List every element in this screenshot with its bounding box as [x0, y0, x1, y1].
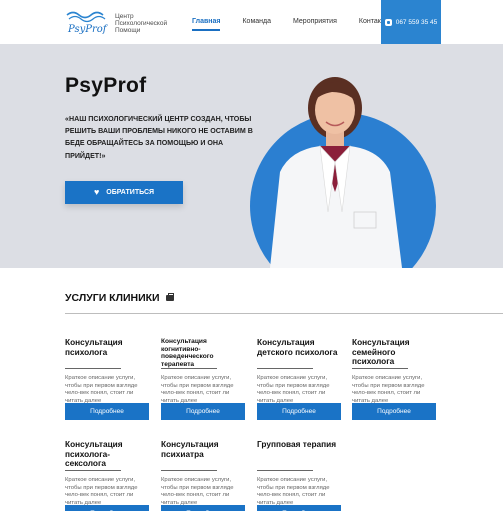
service-title: Консультация психолога-сексолога: [65, 439, 123, 468]
details-button[interactable]: Подробнее: [352, 403, 436, 420]
service-card: Консультация детского психолога Краткое …: [257, 337, 341, 420]
section-divider: [65, 313, 503, 314]
card-divider: [257, 368, 313, 369]
service-card: Групповая терапия Краткое описание услуг…: [257, 439, 341, 511]
service-title: Консультация психиатра: [161, 439, 219, 459]
details-button[interactable]: Подробнее: [65, 403, 149, 420]
service-title: Консультация детского психолога: [257, 337, 338, 357]
phone-button[interactable]: 067 559 35 45: [381, 0, 441, 44]
logo-subtitle: Центр Психологической Помощи: [115, 13, 168, 34]
card-divider: [65, 368, 121, 369]
phone-icon: [384, 18, 392, 26]
service-description: Краткое описание услуги, чтобы при перво…: [257, 477, 330, 506]
services-title-text: УСЛУГИ КЛИНИКИ: [65, 292, 160, 304]
phone-number: 067 559 35 45: [395, 18, 438, 26]
main-nav: Главная Команда Мероприятия Контакты: [192, 18, 411, 31]
service-title: Консультация психолога: [65, 337, 123, 357]
service-description: Краткое описание услуги, чтобы при перво…: [352, 375, 425, 404]
hero-section: PsyProf «НАШ ПСИХОЛОГИЧЕСКИЙ ЦЕНТР СОЗДА…: [0, 44, 503, 268]
card-divider: [257, 470, 313, 471]
card-divider: [352, 368, 408, 369]
contact-cta-button[interactable]: ♥ ОБРАТИТЬСЯ: [65, 181, 183, 204]
service-card: Консультация когнитивно-поведенческого т…: [161, 338, 245, 420]
service-description: Краткое описание услуги, чтобы при перво…: [65, 477, 138, 506]
service-card: Консультация психолога-сексолога Краткое…: [65, 439, 149, 511]
details-button[interactable]: Подробнее: [257, 403, 341, 420]
services-title: УСЛУГИ КЛИНИКИ: [65, 292, 174, 304]
nav-item-home[interactable]: Главная: [192, 18, 221, 31]
nav-item-team[interactable]: Команда: [242, 18, 271, 31]
service-card: Консультация психиатра Краткое описание …: [161, 439, 245, 511]
hero-title: PsyProf: [65, 74, 147, 97]
logo[interactable]: PsyProf: [64, 9, 110, 35]
service-title: Групповая терапия: [257, 439, 337, 449]
service-description: Краткое описание услуги, чтобы при перво…: [257, 375, 330, 404]
heart-icon: ♥: [93, 187, 100, 197]
service-description: Краткое описание услуги, чтобы при перво…: [161, 477, 234, 506]
service-title: Консультация когнитивно-поведенческого т…: [161, 338, 214, 368]
logo-text: PsyProf: [67, 24, 109, 35]
card-divider: [65, 470, 121, 471]
service-card: Консультация психолога Краткое описание …: [65, 337, 149, 420]
logo-waves-icon: PsyProf: [66, 11, 109, 35]
service-description: Краткое описание услуги, чтобы при перво…: [65, 375, 138, 404]
briefcase-icon: [165, 293, 174, 301]
service-description: Краткое описание услуги, чтобы при перво…: [161, 375, 234, 404]
card-divider: [161, 470, 217, 471]
service-card: Консультация семейного психолога Краткое…: [352, 337, 436, 420]
details-button[interactable]: Подробнее: [161, 403, 245, 420]
service-title: Консультация семейного психолога: [352, 337, 410, 366]
doctor-portrait: [270, 77, 402, 268]
hero-quote: «НАШ ПСИХОЛОГИЧЕСКИЙ ЦЕНТР СОЗДАН, ЧТОБЫ…: [65, 115, 253, 160]
site-header: PsyProf Центр Психологической Помощи Гла…: [0, 0, 503, 44]
nav-item-events[interactable]: Мероприятия: [293, 18, 337, 31]
cta-label: ОБРАТИТЬСЯ: [106, 189, 155, 196]
